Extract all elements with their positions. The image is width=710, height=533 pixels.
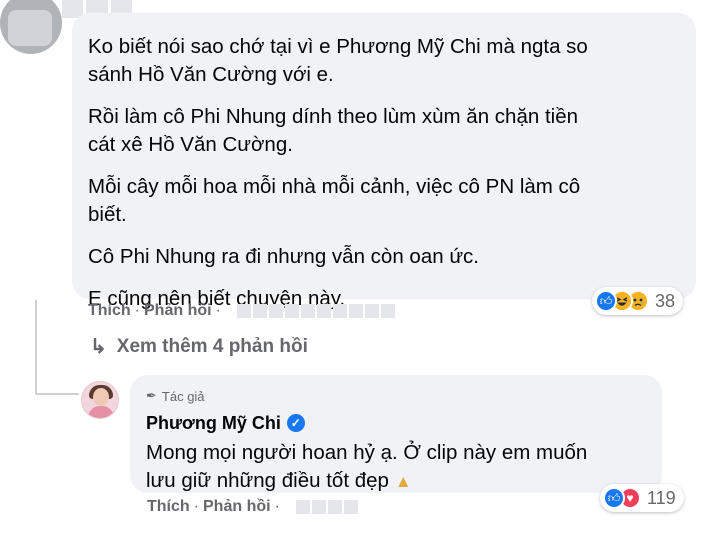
comment-line: biết. <box>88 203 127 226</box>
reaction-count: 38 <box>655 290 676 311</box>
reply-actions: Thích · Phản hồi · <box>147 498 358 516</box>
avatar-face <box>93 388 109 406</box>
timestamp-blurred[interactable] <box>295 500 358 514</box>
comment-paragraph-2: Rồi làm cô Phi Nhung dính theo lùm xùm ă… <box>88 103 680 159</box>
reply-bubble: ✒ Tác giả Phương Mỹ Chi ✓ Mong mọi người… <box>130 375 662 493</box>
separator-dot: · <box>134 302 140 319</box>
like-icon: 👍︎ <box>595 290 617 312</box>
commenter-avatar[interactable] <box>0 0 62 54</box>
verified-icon: ✓ <box>286 414 305 432</box>
avatar-blur <box>8 10 52 46</box>
comment-line: sánh Hồ Văn Cường với e. <box>88 63 334 86</box>
reply-reactions[interactable]: 👍︎ ♥ 119 <box>600 484 684 512</box>
timestamp-blurred[interactable] <box>236 304 395 318</box>
praying-hands-icon: ▲ <box>394 472 412 491</box>
author-avatar[interactable] <box>81 381 119 419</box>
like-link[interactable]: Thích <box>88 302 131 320</box>
separator-dot: · <box>215 302 221 319</box>
view-more-replies[interactable]: ↳ Xem thêm 4 phản hồi <box>90 334 308 359</box>
reply-arrow-icon: ↳ <box>90 336 107 358</box>
comment-line: cát xê Hồ Văn Cường. <box>88 133 293 156</box>
like-icon: 👍︎ <box>603 487 625 509</box>
reply-author: Phương Mỹ Chi ✓ <box>146 412 646 434</box>
author-badge-label: Tác giả <box>161 388 205 404</box>
view-more-replies-label: Xem thêm 4 phản hồi <box>116 335 308 357</box>
reply-author-name[interactable]: Phương Mỹ Chi <box>146 413 281 434</box>
comment-paragraph-4: Cô Phi Nhung ra đi nhưng vẫn còn oan ức. <box>88 243 680 271</box>
comment-line: Cô Phi Nhung ra đi nhưng vẫn còn oan ức. <box>88 245 479 268</box>
thread-line-vertical <box>35 300 37 395</box>
separator-dot: · <box>193 498 199 515</box>
reply-link[interactable]: Phản hồi <box>203 498 271 516</box>
avatar-body <box>88 406 114 418</box>
reply-line: Mong mọi người hoan hỷ ạ. Ở clip này em … <box>146 441 588 464</box>
reply-line: lưu giữ những điều tốt đẹp <box>146 469 389 492</box>
comment-paragraph-3: Mỗi cây mỗi hoa mỗi nhà mỗi cảnh, việc c… <box>88 173 680 229</box>
comment-line: Mỗi cây mỗi hoa mỗi nhà mỗi cảnh, việc c… <box>88 175 581 198</box>
comment-line: Rồi làm cô Phi Nhung dính theo lùm xùm ă… <box>88 105 578 128</box>
comment-reactions[interactable]: 👍︎ 38 <box>592 287 684 315</box>
author-badge: ✒ Tác giả <box>146 387 646 405</box>
comment-bubble: Ko biết nói sao chớ tại vì e Phương Mỹ C… <box>72 13 696 310</box>
reply-text: Mong mọi người hoan hỷ ạ. Ở clip này em … <box>146 439 646 496</box>
separator-dot: · <box>274 498 280 515</box>
comment-paragraph-1: Ko biết nói sao chớ tại vì e Phương Mỹ C… <box>88 33 680 89</box>
comment-actions: Thích · Phản hồi · <box>88 302 395 320</box>
reaction-count: 119 <box>647 487 676 508</box>
comment-line: Ko biết nói sao chớ tại vì e Phương Mỹ C… <box>88 35 588 58</box>
reply-link[interactable]: Phản hồi <box>144 302 212 320</box>
thread-line-horizontal <box>35 393 79 395</box>
pen-icon: ✒ <box>146 388 157 403</box>
like-link[interactable]: Thích <box>147 498 190 516</box>
